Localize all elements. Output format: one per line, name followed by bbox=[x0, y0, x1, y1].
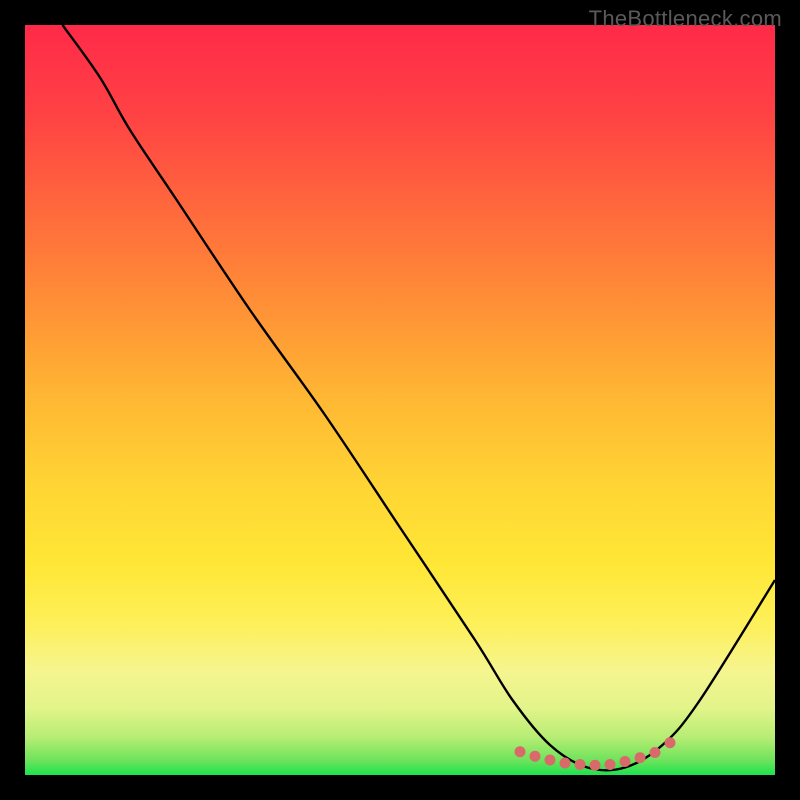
optimal-dot bbox=[620, 756, 631, 767]
optimal-dot bbox=[530, 751, 541, 762]
chart-container: TheBottleneck.com bbox=[0, 0, 800, 800]
optimal-dot bbox=[590, 760, 601, 771]
optimal-dot bbox=[635, 752, 646, 763]
optimal-dot bbox=[560, 758, 571, 769]
optimal-dot bbox=[575, 759, 586, 770]
optimal-dot bbox=[545, 755, 556, 766]
curve-line bbox=[63, 25, 776, 770]
watermark-text: TheBottleneck.com bbox=[589, 6, 782, 32]
optimal-dot bbox=[665, 737, 676, 748]
optimal-dot bbox=[515, 746, 526, 757]
optimal-dot bbox=[605, 759, 616, 770]
bottleneck-curve bbox=[25, 25, 775, 775]
optimal-dot bbox=[650, 747, 661, 758]
plot-area bbox=[25, 25, 775, 775]
